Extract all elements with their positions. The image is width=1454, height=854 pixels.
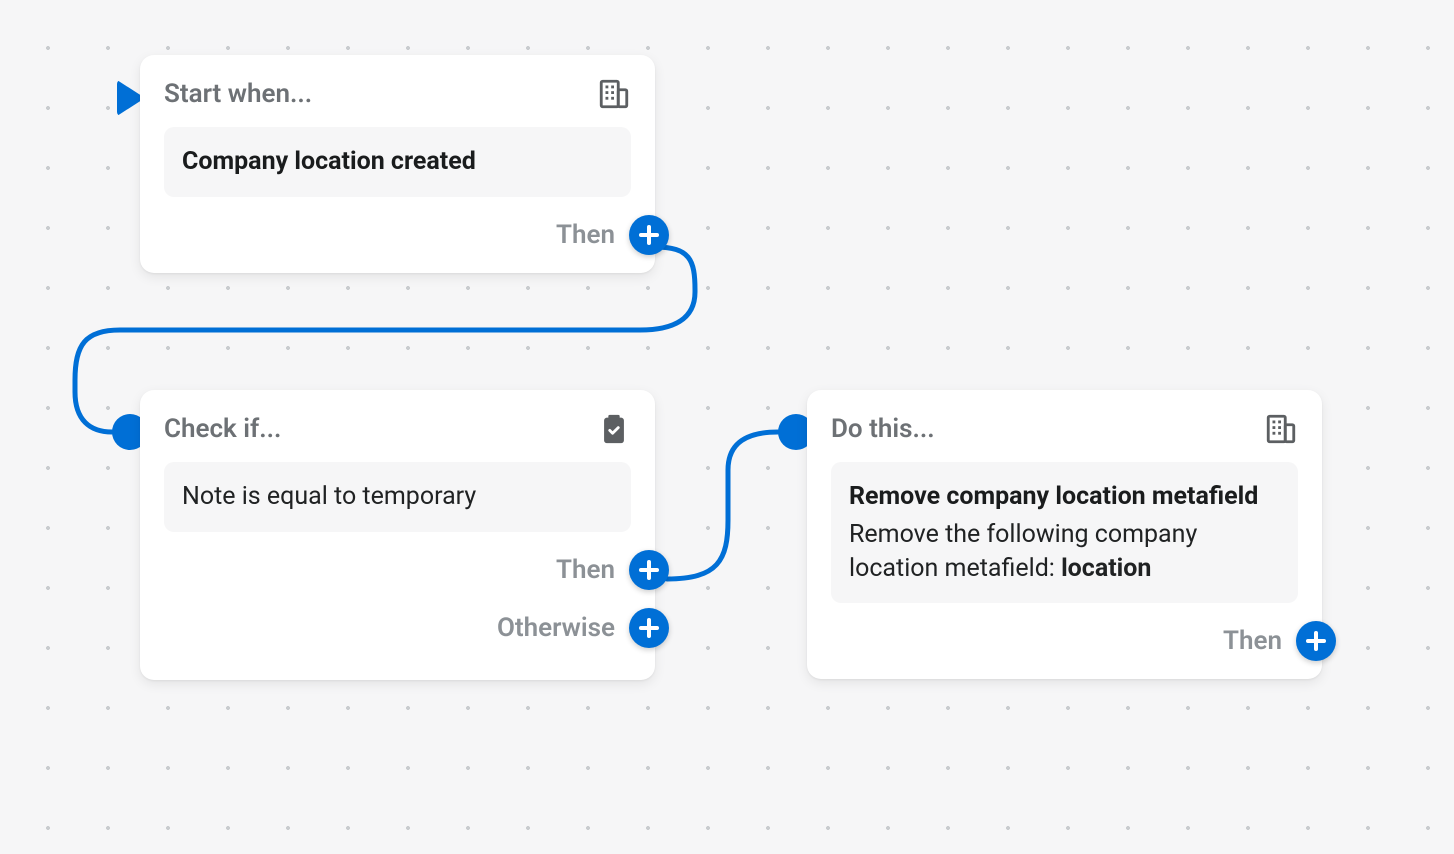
condition-then-row: Then [556,550,669,590]
trigger-title: Company location created [182,145,613,179]
add-then-step-button[interactable] [629,550,669,590]
add-otherwise-step-button[interactable] [629,608,669,648]
trigger-label: Start when... [164,79,312,109]
then-label: Then [556,220,615,250]
otherwise-label: Otherwise [497,613,615,643]
workflow-canvas[interactable]: Start when... Company location created [0,0,1454,854]
condition-otherwise-row: Otherwise [497,608,669,648]
action-then-row: Then [1223,621,1336,661]
trigger-card[interactable]: Start when... Company location created [140,55,655,273]
clipboard-check-icon [597,412,631,446]
action-desc: Remove the following company location me… [849,518,1280,586]
trigger-card-header: Start when... [164,77,631,111]
company-icon [1264,412,1298,446]
action-card[interactable]: Do this... Remove company location metaf… [807,390,1322,679]
connector-check-to-do [667,432,778,579]
action-label: Do this... [831,414,935,444]
condition-card-header: Check if... [164,412,631,446]
trigger-body: Company location created [164,127,631,197]
condition-footer: Then Otherwise [164,550,669,672]
trigger-then-row: Then [556,215,669,255]
then-label: Then [556,555,615,585]
company-icon [597,77,631,111]
condition-text: Note is equal to temporary [182,480,613,514]
action-title: Remove company location metafield [849,480,1280,514]
action-body: Remove company location metafield Remove… [831,462,1298,603]
action-footer: Then [831,621,1336,661]
then-label: Then [1223,626,1282,656]
action-desc-value: location [1061,554,1151,583]
action-card-header: Do this... [831,412,1298,446]
condition-body: Note is equal to temporary [164,462,631,532]
add-step-button[interactable] [1296,621,1336,661]
trigger-footer: Then [164,215,669,255]
condition-card[interactable]: Check if... Note is equal to temporary T… [140,390,655,680]
condition-label: Check if... [164,414,281,444]
add-step-button[interactable] [629,215,669,255]
